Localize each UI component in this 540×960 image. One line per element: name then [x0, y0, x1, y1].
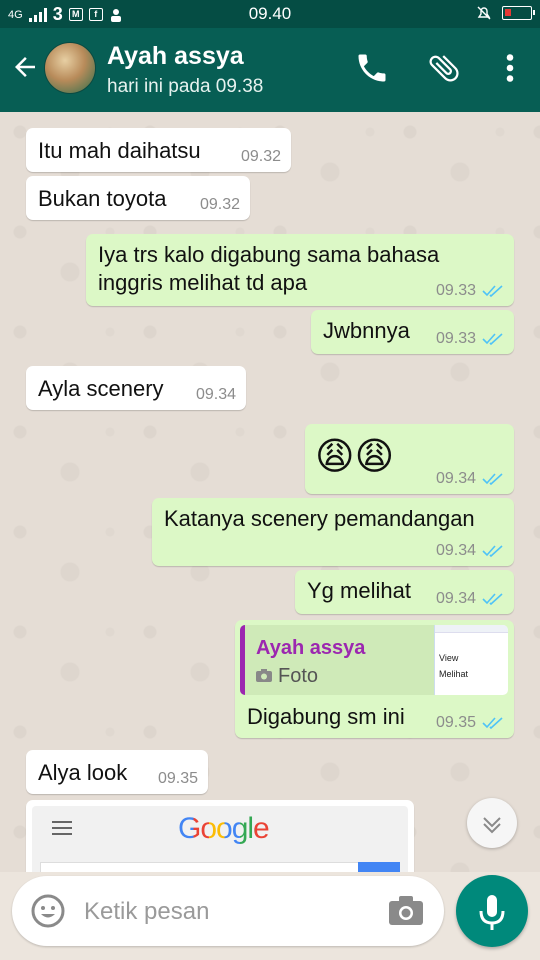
message-time: 09.34 [435, 542, 476, 559]
quoted-message[interactable]: Ayah assya Foto View Melihat [240, 625, 508, 695]
message-text: Ayla scenery [38, 376, 164, 401]
message-time: 09.35 [157, 770, 198, 787]
camera-small-icon [256, 669, 272, 682]
message-text: Alya look [38, 760, 128, 785]
message-time: 09.33 [435, 330, 476, 347]
message-time: 09.35 [435, 714, 476, 731]
quote-thumbnail: View Melihat [434, 625, 508, 695]
message-outgoing[interactable]: 😩😩 09.34 [305, 424, 514, 494]
camera-icon[interactable] [388, 896, 424, 926]
quote-bar [240, 625, 245, 695]
message-outgoing-reply[interactable]: Ayah assya Foto View Melihat Digabung sm… [235, 620, 514, 738]
quote-author: Ayah assya [256, 637, 366, 659]
message-composer[interactable]: Ketik pesan [12, 876, 444, 946]
arrow-back-icon[interactable] [10, 52, 40, 82]
battery-icon [502, 6, 535, 20]
voice-record-button[interactable] [456, 875, 528, 947]
message-text: Yg melihat [307, 578, 411, 603]
read-ticks-icon [482, 473, 503, 486]
message-text: Katanya scenery pemandangan [164, 506, 475, 531]
chat-header: Ayah assya hari ini pada 09.38 [0, 28, 540, 112]
thumbnail-text: Melihat [439, 669, 469, 679]
message-image[interactable]: Google [26, 800, 414, 872]
message-text: Digabung sm ini [247, 704, 405, 729]
message-incoming[interactable]: Alya look 09.35 [26, 750, 208, 794]
message-time: 09.32 [199, 196, 240, 213]
quote-type: Foto [278, 665, 319, 687]
status-icons-right [476, 5, 535, 21]
message-outgoing[interactable]: Jwbnnya 09.33 [311, 310, 514, 354]
message-list[interactable]: Itu mah daihatsu 09.32 Bukan toyota 09.3… [0, 112, 540, 872]
message-text: Itu mah daihatsu [38, 138, 201, 163]
chevron-down-icon [483, 817, 501, 834]
message-input[interactable]: Ketik pesan [84, 898, 209, 926]
message-text-line: inggris melihat td apa [98, 270, 308, 295]
hamburger-menu-icon [52, 821, 72, 835]
google-logo: Google [178, 812, 270, 845]
phone-icon[interactable] [354, 50, 390, 86]
paperclip-icon[interactable] [426, 50, 462, 86]
message-outgoing[interactable]: Yg melihat 09.34 [295, 570, 514, 614]
status-bar: 4G 3 M f 09.40 [0, 0, 540, 28]
read-ticks-icon [482, 593, 503, 606]
emoji-icon[interactable] [30, 893, 66, 929]
message-incoming[interactable]: Bukan toyota 09.32 [26, 176, 250, 220]
thumbnail-text: View [439, 653, 459, 663]
read-ticks-icon [482, 545, 503, 558]
read-ticks-icon [482, 285, 503, 298]
read-ticks-icon [482, 333, 503, 346]
more-vert-icon[interactable] [492, 50, 528, 86]
message-time: 09.34 [435, 590, 476, 607]
message-time: 09.34 [435, 470, 476, 487]
message-text: Bukan toyota [38, 186, 167, 211]
message-incoming[interactable]: Itu mah daihatsu 09.32 [26, 128, 291, 172]
clock: 09.40 [248, 4, 292, 23]
contact-name[interactable]: Ayah assya [107, 42, 244, 71]
message-outgoing[interactable]: Katanya scenery pemandangan 09.34 [152, 498, 514, 566]
image-preview[interactable]: Google [32, 806, 408, 872]
search-button-preview [358, 862, 400, 872]
scroll-to-bottom-button[interactable] [467, 798, 517, 848]
mute-icon [477, 6, 491, 20]
message-time: 09.33 [435, 282, 476, 299]
search-box-preview [40, 862, 400, 872]
message-incoming[interactable]: Ayla scenery 09.34 [26, 366, 246, 410]
message-time: 09.34 [195, 386, 236, 403]
message-text: Jwbnnya [323, 318, 410, 343]
mic-icon [479, 895, 505, 930]
message-text-line: Iya trs kalo digabung sama bahasa [98, 242, 440, 267]
message-time: 09.32 [240, 148, 281, 165]
avatar[interactable] [44, 42, 96, 94]
read-ticks-icon [482, 717, 503, 730]
message-emoji: 😩😩 [315, 434, 395, 478]
message-outgoing[interactable]: Iya trs kalo digabung sama bahasa inggri… [86, 234, 514, 306]
last-seen: hari ini pada 09.38 [107, 76, 264, 97]
